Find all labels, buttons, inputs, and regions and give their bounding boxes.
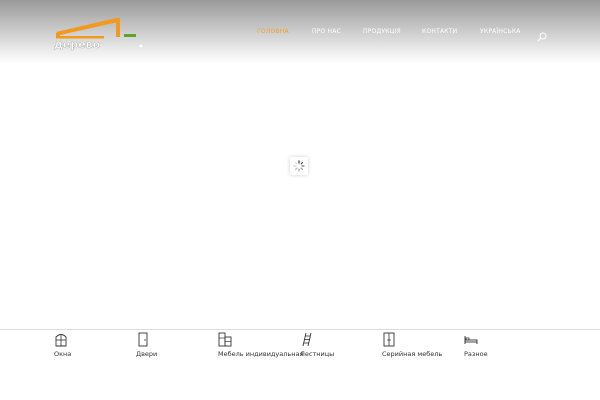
door-icon (136, 332, 150, 347)
category-label: Разное (464, 350, 488, 358)
main-nav: Головна Про нас Продукція Контакти Украї… (0, 28, 600, 40)
nav-item-contacts[interactable]: Контакти (422, 28, 457, 35)
nav-item-language[interactable]: Українська (480, 28, 521, 35)
window-icon (54, 332, 68, 347)
category-label: Серийная мебель (382, 350, 443, 358)
category-bar: Окна Двери Мебель индивидуальная Лестниц… (0, 329, 600, 371)
category-label: Окна (54, 350, 72, 358)
category-label: Двери (136, 350, 158, 358)
wardrobe-icon (218, 332, 232, 347)
bed-icon (464, 332, 478, 347)
ladder-icon (300, 332, 314, 347)
cabinet-icon (382, 332, 396, 347)
search-icon[interactable] (537, 27, 547, 42)
nav-item-products[interactable]: Продукція (363, 28, 401, 35)
category-label: Мебель индивидуальная (218, 350, 304, 358)
loading-spinner-icon (290, 157, 308, 175)
nav-item-home[interactable]: Головна (257, 28, 289, 35)
site-header: дерево Головна Про нас Продукція Контакт… (0, 0, 600, 64)
category-label: Лестницы (300, 350, 335, 358)
nav-item-about[interactable]: Про нас (312, 28, 341, 35)
